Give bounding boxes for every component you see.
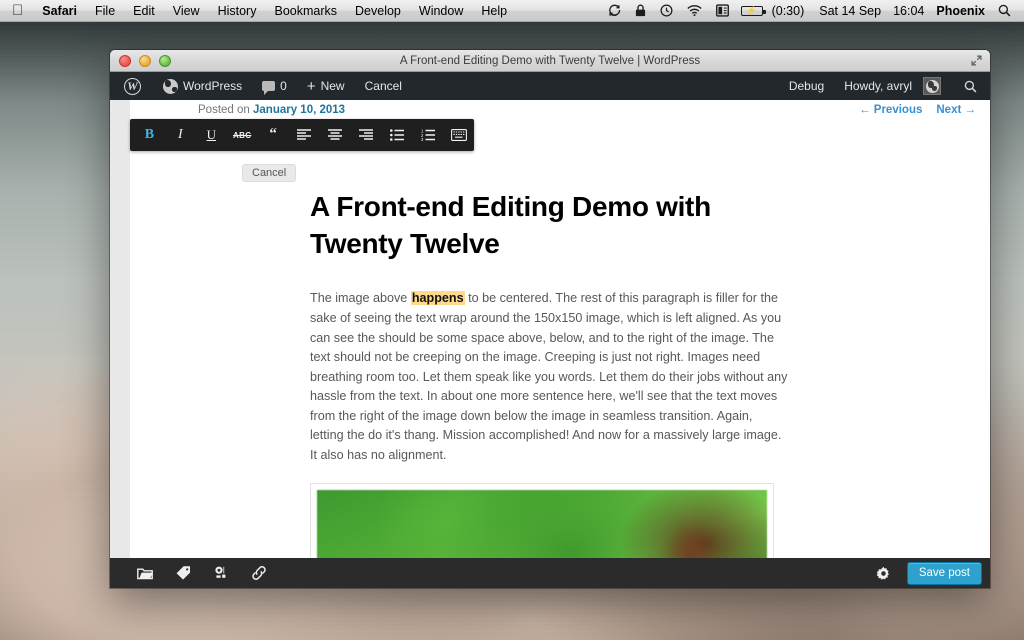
keyboard-button[interactable] bbox=[443, 119, 474, 151]
underline-glyph: U bbox=[206, 127, 216, 142]
debug-menu[interactable]: Debug bbox=[779, 72, 834, 100]
zoom-button[interactable] bbox=[159, 54, 171, 67]
paragraph-lead: The image above bbox=[310, 291, 411, 306]
media-icon[interactable] bbox=[202, 558, 240, 588]
menu-bar-date[interactable]: Sat 14 Sep bbox=[813, 4, 887, 18]
align-center-button[interactable] bbox=[319, 119, 350, 151]
howdy-label: Howdy, avryl bbox=[844, 79, 912, 93]
menu-item-bookmarks[interactable]: Bookmarks bbox=[265, 0, 346, 21]
post-figure[interactable] bbox=[310, 483, 774, 558]
site-name-menu[interactable]: WordPress bbox=[153, 72, 252, 100]
menu-bar-app-menus:  Safari File Edit View History Bookmark… bbox=[0, 0, 516, 21]
menu-item-safari[interactable]: Safari bbox=[33, 0, 86, 21]
new-label: New bbox=[320, 79, 345, 93]
fullscreen-icon[interactable] bbox=[971, 55, 990, 66]
menu-bar-status-items: ⚡ (0:30) Sat 14 Sep 16:04 Phoenix bbox=[601, 0, 1024, 21]
close-button[interactable] bbox=[119, 54, 131, 67]
align-left-button[interactable] bbox=[289, 119, 320, 151]
menu-item-view[interactable]: View bbox=[164, 0, 209, 21]
menu-item-develop[interactable]: Develop bbox=[346, 0, 410, 21]
align-right-button[interactable] bbox=[350, 119, 381, 151]
battery-time-remaining: (0:30) bbox=[771, 3, 805, 18]
plus-icon: + bbox=[306, 77, 316, 95]
menu-item-window[interactable]: Window bbox=[410, 0, 472, 21]
page-content: Posted on January 10, 2013 ← Previous Ne… bbox=[110, 100, 990, 558]
link-icon[interactable] bbox=[240, 558, 278, 588]
admin-bar-right: Debug Howdy, avryl bbox=[779, 72, 990, 100]
battery-status[interactable]: ⚡ (0:30) bbox=[736, 4, 814, 18]
spotlight-search-icon[interactable] bbox=[991, 0, 1018, 21]
editor-bottom-bar: Save post bbox=[110, 558, 990, 588]
entry-paragraph[interactable]: The image above happens to be centered. … bbox=[310, 289, 788, 465]
blockquote-button[interactable]: “ bbox=[258, 119, 289, 151]
globe-icon bbox=[163, 78, 178, 94]
wordpress-admin-bar: W WordPress 0 + New Cancel Debug Howdy, … bbox=[110, 72, 990, 100]
wifi-icon[interactable] bbox=[680, 0, 709, 21]
folder-icon[interactable] bbox=[126, 558, 164, 588]
strikethrough-glyph: ABC bbox=[233, 130, 252, 140]
admin-bar-cancel-button[interactable]: Cancel bbox=[355, 72, 412, 100]
apple-menu-icon[interactable]:  bbox=[0, 3, 33, 18]
lock-icon[interactable] bbox=[628, 0, 653, 21]
posted-on: Posted on January 10, 2013 bbox=[198, 104, 345, 116]
avatar bbox=[923, 77, 941, 95]
displays-icon[interactable] bbox=[709, 0, 736, 21]
my-account-menu[interactable]: Howdy, avryl bbox=[834, 72, 951, 100]
sync-icon[interactable] bbox=[601, 0, 628, 21]
post-article: Cancel A Front-end Editing Demo with Twe… bbox=[130, 151, 990, 558]
safari-window: A Front-end Editing Demo with Twenty Twe… bbox=[110, 50, 990, 588]
new-content-menu[interactable]: + New bbox=[297, 72, 355, 100]
comments-menu[interactable]: 0 bbox=[252, 72, 297, 100]
save-post-button[interactable]: Save post bbox=[906, 561, 982, 585]
window-title: A Front-end Editing Demo with Twenty Twe… bbox=[399, 54, 701, 67]
numbered-list-button[interactable]: 123 bbox=[412, 119, 443, 151]
time-machine-icon[interactable] bbox=[653, 0, 680, 21]
editor-format-toolbar: B I U ABC “ 1 2 3 bbox=[130, 119, 474, 151]
comment-icon bbox=[262, 81, 276, 95]
menu-item-edit[interactable]: Edit bbox=[124, 0, 164, 21]
admin-search-icon[interactable] bbox=[951, 80, 990, 93]
mac-menu-bar:  Safari File Edit View History Bookmark… bbox=[0, 0, 1024, 22]
blockquote-glyph: “ bbox=[269, 126, 277, 143]
strikethrough-button[interactable]: ABC bbox=[227, 119, 258, 151]
desktop:  Safari File Edit View History Bookmark… bbox=[0, 0, 1024, 640]
site-name-label: WordPress bbox=[183, 79, 243, 93]
window-controls bbox=[110, 54, 171, 67]
next-post-link[interactable]: Next → bbox=[936, 104, 976, 116]
svg-text:3: 3 bbox=[421, 137, 424, 141]
menu-bar-clock[interactable]: 16:04 bbox=[887, 4, 930, 18]
tag-icon[interactable] bbox=[164, 558, 202, 588]
wordpress-icon: W bbox=[124, 77, 141, 95]
bold-button[interactable]: B bbox=[134, 119, 165, 151]
underline-button[interactable]: U bbox=[196, 119, 227, 151]
paragraph-rest: to be centered. The rest of this paragra… bbox=[310, 291, 788, 462]
menu-item-file[interactable]: File bbox=[86, 0, 124, 21]
page-viewport: Posted on January 10, 2013 ← Previous Ne… bbox=[110, 100, 990, 588]
post-date[interactable]: January 10, 2013 bbox=[253, 104, 345, 116]
page-title[interactable]: A Front-end Editing Demo with Twenty Twe… bbox=[310, 188, 788, 262]
menu-item-history[interactable]: History bbox=[209, 0, 266, 21]
admin-bar-left: W WordPress 0 + New Cancel bbox=[110, 72, 412, 100]
menu-bar-user[interactable]: Phoenix bbox=[930, 4, 991, 18]
italic-glyph: I bbox=[178, 127, 183, 142]
italic-button[interactable]: I bbox=[165, 119, 196, 151]
posted-on-prefix: Posted on bbox=[198, 104, 250, 116]
minimize-button[interactable] bbox=[139, 54, 151, 67]
menu-item-help[interactable]: Help bbox=[472, 0, 516, 21]
editor-bottom-bar-right: Save post bbox=[866, 561, 982, 585]
bold-glyph: B bbox=[144, 127, 155, 142]
comment-count: 0 bbox=[280, 79, 287, 93]
fern-photo bbox=[317, 490, 767, 558]
entry-meta-row: Posted on January 10, 2013 ← Previous Ne… bbox=[130, 100, 990, 119]
window-title-bar[interactable]: A Front-end Editing Demo with Twenty Twe… bbox=[110, 50, 990, 72]
inline-cancel-button[interactable]: Cancel bbox=[242, 164, 297, 182]
gear-icon[interactable] bbox=[866, 566, 901, 581]
entry-content: A Front-end Editing Demo with Twenty Twe… bbox=[310, 188, 788, 558]
highlighted-word: happens bbox=[410, 291, 465, 306]
post-navigation: ← Previous Next → bbox=[859, 104, 976, 116]
previous-post-link[interactable]: ← Previous bbox=[859, 104, 922, 116]
battery-icon: ⚡ bbox=[740, 5, 766, 16]
bullet-list-button[interactable] bbox=[381, 119, 412, 151]
wordpress-logo-menu[interactable]: W bbox=[110, 72, 153, 100]
